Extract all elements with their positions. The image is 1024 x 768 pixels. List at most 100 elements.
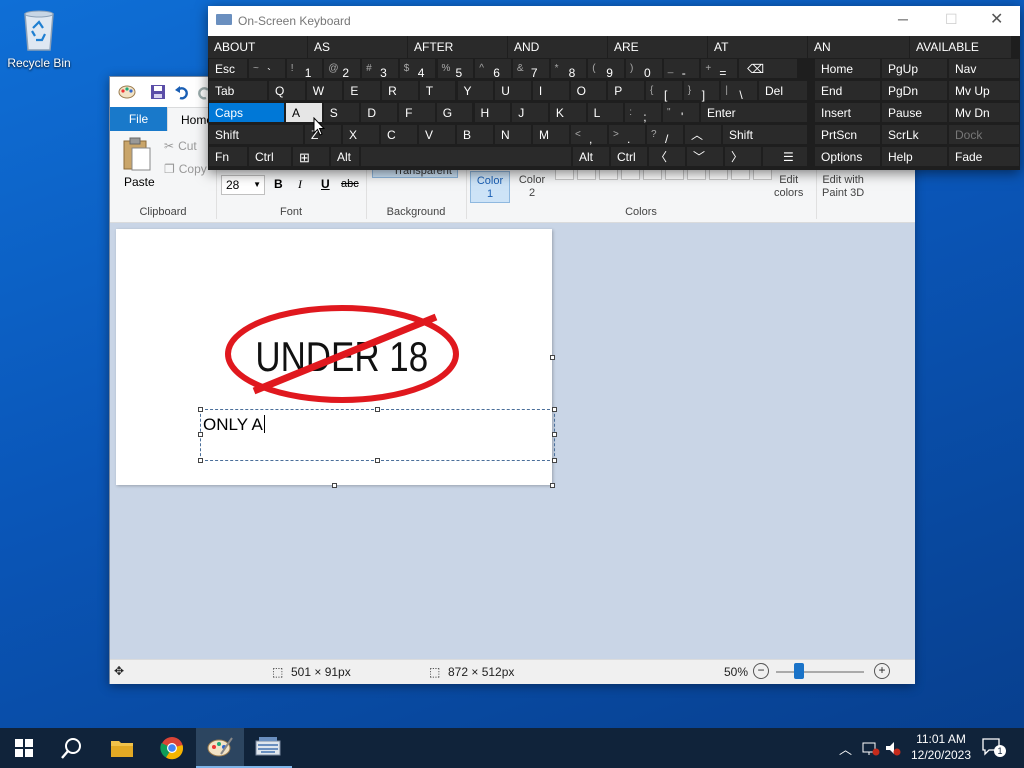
word-prediction[interactable]: AND — [508, 36, 608, 58]
color1-button[interactable]: Color 1 — [470, 171, 510, 203]
key[interactable]: X — [342, 124, 380, 145]
color2-button[interactable]: Color 2 — [513, 174, 551, 200]
key[interactable]: N — [494, 124, 532, 145]
chrome-button[interactable] — [148, 728, 196, 768]
word-prediction[interactable]: ARE — [608, 36, 708, 58]
key[interactable]: I — [531, 80, 570, 101]
maximize-button[interactable]: ☐ — [945, 11, 958, 28]
tab-file[interactable]: File — [110, 107, 167, 131]
search-button[interactable] — [48, 728, 96, 768]
resize-handle[interactable] — [198, 432, 203, 437]
word-prediction[interactable]: ABOUT — [208, 36, 308, 58]
key[interactable]: #3 — [361, 58, 399, 80]
bold-button[interactable]: B — [274, 177, 283, 191]
key[interactable]: >. — [608, 124, 646, 146]
arrow-down-key[interactable]: ﹀ — [686, 146, 724, 167]
key[interactable]: E — [343, 80, 382, 101]
ctrl-key[interactable]: Ctrl — [610, 146, 648, 167]
nav-key[interactable]: End — [814, 80, 881, 101]
key[interactable]: & 7 — [511, 58, 550, 80]
word-prediction[interactable]: AFTER — [408, 36, 508, 58]
nav-key[interactable]: Insert — [814, 102, 881, 123]
key[interactable]: P — [607, 80, 645, 101]
key[interactable]: B — [456, 124, 494, 145]
notifications-button[interactable]: 1 — [982, 738, 1006, 759]
caps-lock-key[interactable]: Caps — [208, 102, 285, 123]
key-esc[interactable]: Esc — [208, 58, 248, 79]
key[interactable]: O — [569, 80, 608, 101]
key[interactable]: D — [360, 102, 399, 123]
key[interactable]: W — [305, 80, 344, 101]
file-explorer-button[interactable] — [98, 728, 146, 768]
nav-key[interactable]: Help — [881, 146, 948, 167]
edit-with-paint3d-button[interactable]: Edit with Paint 3D — [822, 174, 864, 200]
underline-button[interactable]: U — [321, 177, 330, 191]
zoom-slider-thumb[interactable] — [794, 663, 804, 679]
resize-handle[interactable] — [198, 458, 203, 463]
key[interactable]: U — [494, 80, 532, 101]
key[interactable]: ? / — [646, 124, 684, 146]
key[interactable]: F — [398, 102, 436, 123]
cut-button[interactable]: ✂ Cut — [164, 139, 197, 153]
key[interactable]: ) 0 — [625, 58, 663, 80]
nav-key[interactable]: ScrLk — [881, 124, 948, 145]
key[interactable]: J — [511, 102, 549, 123]
clock[interactable]: 11:01 AM 12/20/2023 — [906, 731, 976, 763]
key[interactable]: T — [418, 80, 457, 101]
key[interactable]: }] — [682, 80, 721, 102]
key[interactable]: V — [418, 124, 456, 145]
key[interactable]: | \ — [720, 80, 759, 102]
key[interactable]: @2 — [323, 58, 362, 80]
copy-button[interactable]: ❐ Copy — [164, 162, 207, 176]
save-icon[interactable] — [150, 84, 166, 103]
nav-key[interactable]: PgUp — [881, 58, 948, 79]
key[interactable]: ! 1 — [285, 58, 324, 80]
nav-key[interactable]: Fade — [948, 146, 1020, 167]
chevron-up-icon[interactable]: ︿ — [839, 739, 852, 758]
key[interactable]: " ' — [662, 102, 700, 124]
nav-key[interactable]: Dock — [948, 124, 1020, 145]
key[interactable]: Shift — [722, 124, 808, 145]
resize-handle[interactable] — [198, 407, 203, 412]
alt-key[interactable]: Alt — [330, 146, 360, 167]
windows-key[interactable]: ⊞ — [292, 146, 330, 167]
nav-key[interactable]: Nav — [948, 58, 1020, 79]
nav-key[interactable]: Pause — [881, 102, 948, 123]
key[interactable]: :; — [624, 102, 662, 124]
key[interactable]: C — [380, 124, 418, 145]
key[interactable]: % 5 — [436, 58, 475, 80]
close-button[interactable]: ✕ — [990, 9, 1003, 29]
key[interactable]: S — [322, 102, 361, 123]
key[interactable]: Q — [268, 80, 306, 101]
word-prediction[interactable]: AVAILABLE — [910, 36, 1012, 58]
zoom-in-button[interactable]: + — [874, 663, 890, 679]
arrow-left-key[interactable]: 〈 — [648, 146, 686, 167]
network-icon[interactable] — [862, 740, 880, 759]
word-prediction[interactable]: AN — [808, 36, 910, 58]
minimize-button[interactable]: ─ — [898, 11, 908, 27]
resize-handle[interactable] — [552, 407, 557, 412]
nav-key[interactable]: Options — [814, 146, 881, 167]
start-button[interactable] — [0, 728, 48, 768]
drawing-canvas[interactable]: UNDER 18 ONLY A — [116, 229, 557, 485]
key[interactable]: ~ ` — [248, 58, 286, 80]
key[interactable]: Del — [758, 80, 808, 101]
resize-handle[interactable] — [375, 458, 380, 463]
arrow-up-key[interactable]: ︿ — [684, 124, 722, 145]
undo-icon[interactable] — [174, 84, 190, 103]
zoom-slider-track[interactable] — [776, 671, 864, 673]
word-prediction[interactable]: AS — [308, 36, 408, 58]
key[interactable]: + = — [700, 58, 739, 80]
canvas-resize-handle[interactable] — [332, 483, 337, 488]
menu-key[interactable]: ☰ — [762, 146, 808, 167]
key[interactable]: {[ — [645, 80, 683, 102]
key[interactable]: Y — [456, 80, 495, 101]
key[interactable]: Shift — [208, 124, 304, 145]
spacebar-key[interactable] — [360, 146, 572, 167]
resize-handle[interactable] — [375, 407, 380, 412]
nav-key[interactable]: Mv Dn — [948, 102, 1020, 123]
paste-button[interactable]: Paste — [124, 175, 155, 189]
key[interactable]: (9 — [587, 58, 625, 80]
nav-key[interactable]: Mv Up — [948, 80, 1020, 101]
canvas-resize-handle[interactable] — [550, 483, 555, 488]
